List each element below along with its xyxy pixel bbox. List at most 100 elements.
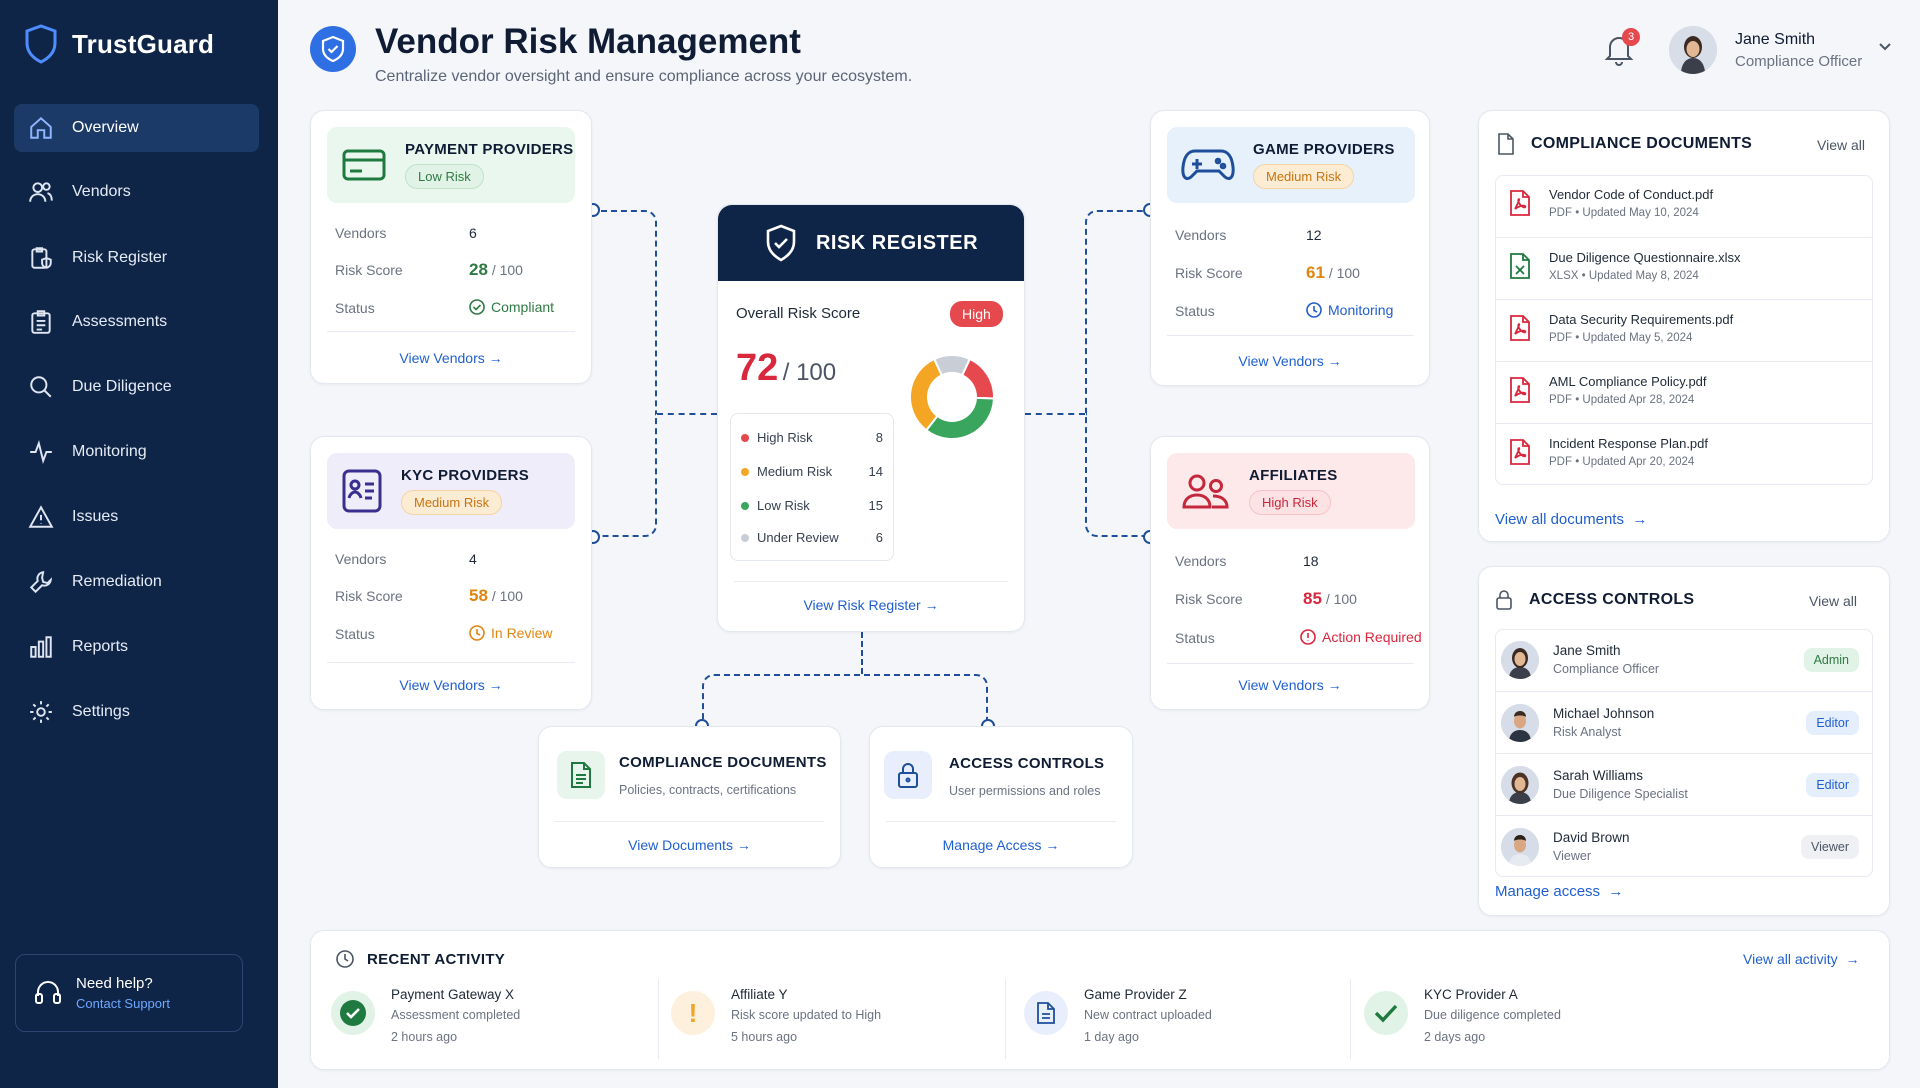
card-title: KYC PROVIDERS — [401, 467, 530, 484]
arrow-right-icon: → — [924, 597, 939, 613]
gear-icon — [30, 701, 52, 723]
connector — [601, 413, 657, 537]
sidebar-item-label: Monitoring — [72, 443, 147, 460]
connector — [1025, 413, 1085, 415]
status-value: Compliant — [469, 299, 554, 315]
view-vendors-link[interactable]: View Vendors → — [311, 677, 591, 693]
sidebar-item-reports[interactable]: Reports — [14, 623, 259, 671]
affiliates-card: AFFILIATES High Risk Vendors 18 Risk Sco… — [1150, 436, 1430, 710]
sidebar-item-label: Settings — [72, 703, 130, 720]
list-item[interactable]: Data Security Requirements.pdf PDF • Upd… — [1495, 299, 1873, 361]
list-item[interactable]: Michael Johnson Risk Analyst Editor — [1495, 691, 1873, 752]
sidebar-item-overview[interactable]: Overview — [14, 104, 259, 152]
clipboard-shield-icon — [31, 247, 52, 269]
sidebar: TrustGuard Overview Vendors Risk Registe… — [0, 0, 278, 1088]
sidebar-item-label: Due Diligence — [72, 378, 172, 395]
role-badge[interactable]: Admin — [1803, 648, 1859, 672]
risk-badge: Medium Risk — [1253, 164, 1355, 189]
risk-score-label: Risk Score — [335, 588, 403, 604]
sidebar-item-vendors[interactable]: Vendors — [14, 168, 259, 216]
list-item[interactable]: AML Compliance Policy.pdf PDF • Updated … — [1495, 361, 1873, 423]
activity-description: Due diligence completed — [1424, 1008, 1561, 1022]
contact-support-link[interactable]: Contact Support — [76, 996, 170, 1011]
sidebar-item-risk-register[interactable]: Risk Register — [14, 234, 259, 282]
sidebar-item-issues[interactable]: Issues — [14, 493, 259, 541]
sidebar-item-label: Risk Register — [72, 249, 168, 266]
manage-access-link[interactable]: Manage access → — [1495, 883, 1623, 900]
status-label: Status — [335, 626, 375, 642]
role-badge[interactable]: Editor — [1806, 711, 1859, 735]
payment-providers-card: PAYMENT PROVIDERS Low Risk Vendors 6 Ris… — [310, 110, 592, 384]
view-risk-register-link[interactable]: View Risk Register → — [718, 597, 1024, 613]
sidebar-item-assessments[interactable]: Assessments — [14, 298, 259, 346]
role-badge[interactable]: Viewer — [1801, 835, 1859, 859]
view-vendors-link[interactable]: View Vendors → — [311, 350, 591, 366]
document-name: AML Compliance Policy.pdf — [1549, 374, 1707, 389]
role-badge[interactable]: Editor — [1806, 773, 1859, 797]
search-icon — [30, 376, 52, 398]
status-value: Monitoring — [1306, 302, 1393, 318]
list-item[interactable]: Vendor Code of Conduct.pdf PDF • Updated… — [1495, 175, 1873, 237]
list-item[interactable]: Due Diligence Questionnaire.xlsx XLSX • … — [1495, 237, 1873, 299]
chevron-down-icon[interactable] — [1878, 42, 1892, 52]
risk-badge: High Risk — [1249, 490, 1331, 515]
list-item[interactable]: Sarah Williams Due Diligence Specialist … — [1495, 753, 1873, 814]
view-all-link[interactable]: View all — [1809, 593, 1857, 609]
sidebar-item-settings[interactable]: Settings — [14, 688, 259, 736]
shield-logo-icon — [25, 24, 57, 64]
divider — [658, 979, 659, 1059]
clock-icon — [469, 625, 485, 641]
divider — [1005, 979, 1006, 1059]
view-documents-link[interactable]: View Documents → — [539, 837, 840, 853]
document-icon — [1498, 133, 1514, 155]
activity-item[interactable]: ! Affiliate Y Risk score updated to High… — [671, 979, 971, 1059]
connector — [1085, 210, 1150, 413]
list-item[interactable]: Incident Response Plan.pdf PDF • Updated… — [1495, 423, 1873, 485]
lock-icon — [1496, 590, 1512, 610]
card-header: KYC PROVIDERS Medium Risk — [327, 453, 575, 529]
view-all-activity-link[interactable]: View all activity → — [1743, 951, 1859, 967]
risk-score-label: Risk Score — [1175, 265, 1243, 281]
legend-item-medium: Medium Risk — [741, 464, 832, 479]
sidebar-item-due-diligence[interactable]: Due Diligence — [14, 363, 259, 411]
risk-score-label: Risk Score — [335, 262, 403, 278]
card-title: COMPLIANCE DOCUMENTS — [619, 754, 827, 771]
brand[interactable]: TrustGuard — [24, 24, 214, 64]
divider — [555, 821, 824, 822]
view-all-documents-link[interactable]: View all documents → — [1495, 511, 1647, 528]
avatar[interactable] — [1669, 26, 1717, 74]
sidebar-item-monitoring[interactable]: Monitoring — [14, 428, 259, 476]
link-label: View Vendors — [399, 350, 485, 366]
access-controls-card: ACCESS CONTROLS User permissions and rol… — [869, 726, 1133, 868]
divider — [1167, 335, 1413, 336]
arrow-right-icon: → — [1327, 353, 1342, 369]
activity-item[interactable]: KYC Provider A Due diligence completed 2… — [1364, 979, 1664, 1059]
avatar — [1501, 641, 1539, 679]
activity-description: New contract uploaded — [1084, 1008, 1212, 1022]
user-name: Michael Johnson — [1553, 706, 1655, 721]
view-vendors-link[interactable]: View Vendors → — [1151, 677, 1429, 693]
activity-icon — [30, 440, 52, 464]
legend-value-under-review: 6 — [875, 530, 883, 545]
user-role: Risk Analyst — [1553, 725, 1622, 739]
help-card[interactable]: Need help? Contact Support — [15, 954, 243, 1032]
activity-title: Game Provider Z — [1084, 987, 1187, 1002]
risk-score-value: 58 — [469, 586, 488, 605]
activity-description: Risk score updated to High — [731, 1008, 882, 1022]
divider — [1167, 663, 1413, 664]
manage-access-link[interactable]: Manage Access → — [870, 837, 1132, 853]
activity-time: 2 days ago — [1424, 1030, 1486, 1044]
activity-title: Affiliate Y — [731, 987, 788, 1002]
view-vendors-link[interactable]: View Vendors → — [1151, 353, 1429, 369]
list-item[interactable]: David Brown Viewer Viewer — [1495, 815, 1873, 876]
headset-icon — [35, 981, 61, 1004]
risk-score-value: 28 — [469, 260, 488, 279]
activity-item[interactable]: Payment Gateway X Assessment completed 2… — [331, 979, 631, 1059]
risk-score-max: / 100 — [491, 588, 523, 604]
activity-item[interactable]: Game Provider Z New contract uploaded 1 … — [1024, 979, 1324, 1059]
user-name[interactable]: Jane Smith — [1735, 31, 1815, 49]
status-text: Compliant — [491, 299, 555, 315]
list-item[interactable]: Jane Smith Compliance Officer Admin — [1495, 629, 1873, 690]
sidebar-item-remediation[interactable]: Remediation — [14, 558, 259, 606]
view-all-link[interactable]: View all — [1817, 137, 1865, 153]
